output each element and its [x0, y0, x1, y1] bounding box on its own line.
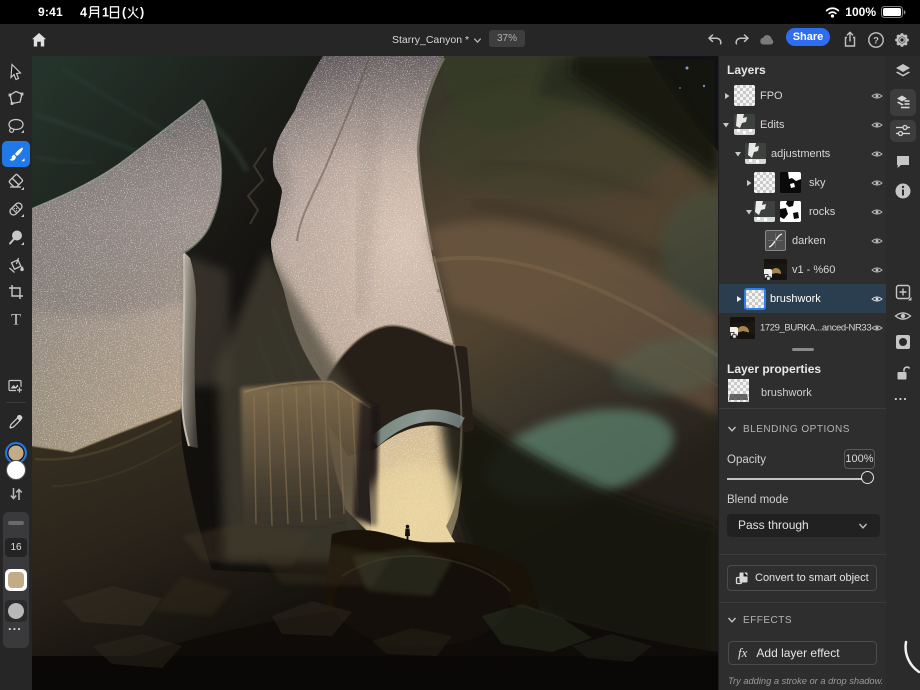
svg-text:?: ? [873, 35, 879, 46]
svg-text:4: 4 [80, 6, 87, 20]
svg-text:1: 1 [102, 6, 109, 20]
svg-text:): ) [140, 6, 144, 20]
svg-text:T: T [11, 312, 21, 329]
svg-text:(: ( [122, 6, 127, 20]
